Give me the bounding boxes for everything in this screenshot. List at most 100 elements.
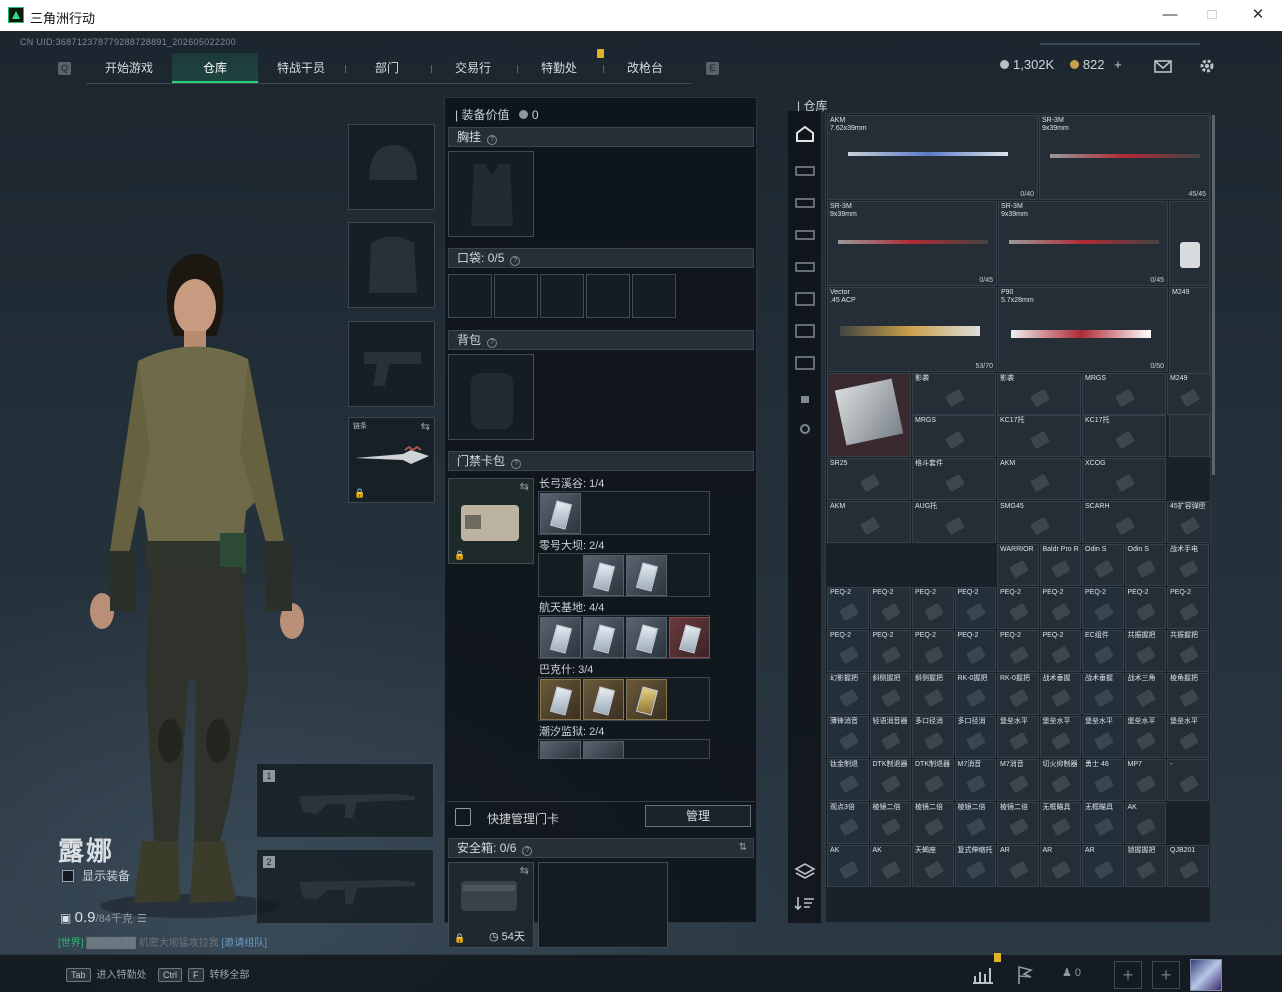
warehouse-item[interactable]: AR — [997, 845, 1039, 887]
keycard-item[interactable] — [583, 555, 624, 596]
warehouse-item[interactable]: AK — [869, 845, 911, 887]
warehouse-item[interactable]: 斜侧握把 — [869, 673, 911, 715]
manage-button[interactable]: 管理 — [645, 805, 751, 827]
swap-icon[interactable]: ⇆ — [520, 864, 529, 877]
collectibles-tab-icon[interactable] — [790, 317, 820, 345]
warehouse-item[interactable]: SCARH — [1082, 501, 1166, 543]
attachments-tab-icon[interactable] — [790, 189, 820, 217]
warehouse-item[interactable]: SR25 — [827, 458, 911, 500]
warehouse-item[interactable]: 钛金制退 — [827, 759, 869, 801]
warehouse-item[interactable]: 天蝎座 — [912, 845, 954, 887]
helmet-slot[interactable] — [348, 124, 435, 210]
keycard-item[interactable] — [583, 617, 624, 658]
keycard-item[interactable] — [669, 617, 710, 658]
warehouse-item-vector[interactable]: Vector .45 ACP 53/70 — [827, 287, 997, 372]
warehouse-item[interactable]: RK-0握把 — [997, 673, 1039, 715]
chat-message[interactable]: [世界] ███████ 机密大坝猛攻拉我 [邀请组队] — [58, 934, 267, 949]
weapons-tab-icon[interactable] — [790, 157, 820, 185]
tab-special-ops[interactable]: 特勤处 — [516, 53, 604, 83]
pocket-slot[interactable] — [448, 274, 492, 318]
warehouse-item-sr3m[interactable]: SR-3M 9x39mm 45/45 — [1039, 115, 1210, 200]
help-icon[interactable]: ? — [487, 338, 498, 348]
help-icon[interactable]: ? — [487, 135, 498, 145]
keycard-item[interactable] — [540, 493, 581, 534]
warehouse-item[interactable]: AKM — [827, 501, 911, 543]
warehouse-item[interactable]: 锁握握把 — [1124, 845, 1166, 887]
warehouse-item[interactable]: RK-0握把 — [954, 673, 996, 715]
tab-operators[interactable]: 特战干员 — [258, 53, 346, 83]
keycard-item[interactable] — [583, 741, 624, 759]
player-avatar[interactable] — [1190, 959, 1222, 991]
warehouse-item[interactable]: PEQ-2 — [1039, 587, 1081, 629]
armor-slot[interactable] — [348, 222, 435, 308]
pocket-slot[interactable] — [540, 274, 584, 318]
show-gear-toggle[interactable]: 显示装备 — [62, 867, 130, 884]
warehouse-item[interactable]: XCOG — [1082, 458, 1166, 500]
swap-icon[interactable]: ⇆ — [421, 420, 430, 433]
pistol-slot[interactable] — [348, 321, 435, 407]
pin-icon[interactable]: ⇅ — [739, 839, 747, 857]
warehouse-item-m249[interactable]: M249 — [1169, 287, 1210, 457]
warehouse-item[interactable]: M7消音 — [954, 759, 996, 801]
warehouse-item[interactable]: 共振握把 — [1124, 630, 1166, 672]
warehouse-item[interactable]: KC17托 — [997, 415, 1081, 457]
warehouse-item[interactable]: 观点3倍 — [827, 802, 869, 844]
melee-slot[interactable]: 链条 ⇆ 🔒 — [348, 417, 435, 503]
warehouse-item[interactable]: 格斗套件 — [912, 458, 996, 500]
warehouse-item[interactable]: PEQ-2 — [997, 587, 1039, 629]
warehouse-item[interactable]: 堡垒水平 — [997, 716, 1039, 758]
warehouse-item[interactable]: PEQ-2 — [1167, 587, 1209, 629]
tab-warehouse[interactable]: 仓库 — [172, 53, 258, 83]
add-teammate-button[interactable]: + — [1152, 961, 1180, 989]
pocket-slot[interactable] — [632, 274, 676, 318]
keycard-item[interactable] — [540, 617, 581, 658]
nav-right-key-icon[interactable]: E — [706, 62, 719, 75]
warehouse-item-sr3m[interactable]: SR-3M 9x39mm 0/45 — [827, 201, 997, 286]
warehouse-item[interactable]: 勇士 46 — [1082, 759, 1124, 801]
keycard-item[interactable] — [540, 679, 581, 720]
warehouse-item[interactable]: PEQ-2 — [997, 630, 1039, 672]
layers-icon[interactable] — [790, 857, 820, 885]
warehouse-item[interactable]: PEQ-2 — [1082, 587, 1124, 629]
all-items-tab-icon[interactable] — [790, 121, 820, 149]
warehouse-scrollbar[interactable] — [1212, 115, 1215, 475]
warehouse-item[interactable]: M249 — [1167, 373, 1210, 415]
warehouse-item[interactable]: PEQ-2 — [954, 630, 996, 672]
warehouse-item[interactable]: 影袭 — [912, 373, 996, 415]
warehouse-item[interactable]: M7消音 — [997, 759, 1039, 801]
warehouse-item-ammo[interactable] — [1169, 201, 1210, 286]
warehouse-item[interactable]: 棱镜二倍 — [997, 802, 1039, 844]
warehouse-item[interactable]: - — [1167, 759, 1209, 801]
pocket-slot[interactable] — [586, 274, 630, 318]
primary-weapon-slot-2[interactable]: 2 — [256, 849, 434, 924]
warehouse-item[interactable]: PEQ-2 — [912, 630, 954, 672]
warehouse-item[interactable]: SMG45 — [997, 501, 1081, 543]
safe-box-storage[interactable] — [538, 862, 668, 948]
warehouse-item[interactable]: 堡垒水平 — [1039, 716, 1081, 758]
warehouse-item[interactable]: 战术垂握 — [1082, 673, 1124, 715]
help-icon[interactable]: ? — [511, 459, 522, 469]
pocket-slot[interactable] — [494, 274, 538, 318]
warehouse-item[interactable]: 堡垒水平 — [1124, 716, 1166, 758]
warehouse-item[interactable]: PEQ-2 — [954, 587, 996, 629]
warehouse-item[interactable]: 棱镜二倍 — [912, 802, 954, 844]
flag-icon[interactable] — [1012, 962, 1038, 988]
add-currency-button[interactable]: + — [1114, 57, 1122, 72]
warehouse-item[interactable]: KC17托 — [1082, 415, 1166, 457]
warehouse-item[interactable]: 轻语消音器 — [869, 716, 911, 758]
warehouse-item-sr3m[interactable]: SR-3M 9x39mm 0/45 — [998, 201, 1168, 286]
warehouse-item[interactable]: 多口径消 — [954, 716, 996, 758]
armor-tab-icon[interactable] — [790, 221, 820, 249]
tab-start-game[interactable]: 开始游戏 — [86, 53, 174, 83]
equipment-tab-icon[interactable] — [790, 253, 820, 281]
swap-icon[interactable]: ⇆ — [520, 480, 529, 493]
settings-gear-icon[interactable] — [1198, 57, 1216, 75]
warehouse-item-p90[interactable]: P90 5.7x28mm 0/50 — [998, 287, 1168, 372]
warehouse-item[interactable]: 堡垒水平 — [1167, 716, 1209, 758]
warehouse-item[interactable]: MP7 — [1124, 759, 1166, 801]
chest-rig-slot[interactable] — [448, 151, 534, 237]
keycard-item[interactable] — [540, 741, 581, 759]
help-icon[interactable]: ? — [522, 846, 533, 856]
warehouse-item[interactable]: Baldr Pro R — [1039, 544, 1081, 586]
nav-left-key-icon[interactable]: Q — [58, 62, 71, 75]
